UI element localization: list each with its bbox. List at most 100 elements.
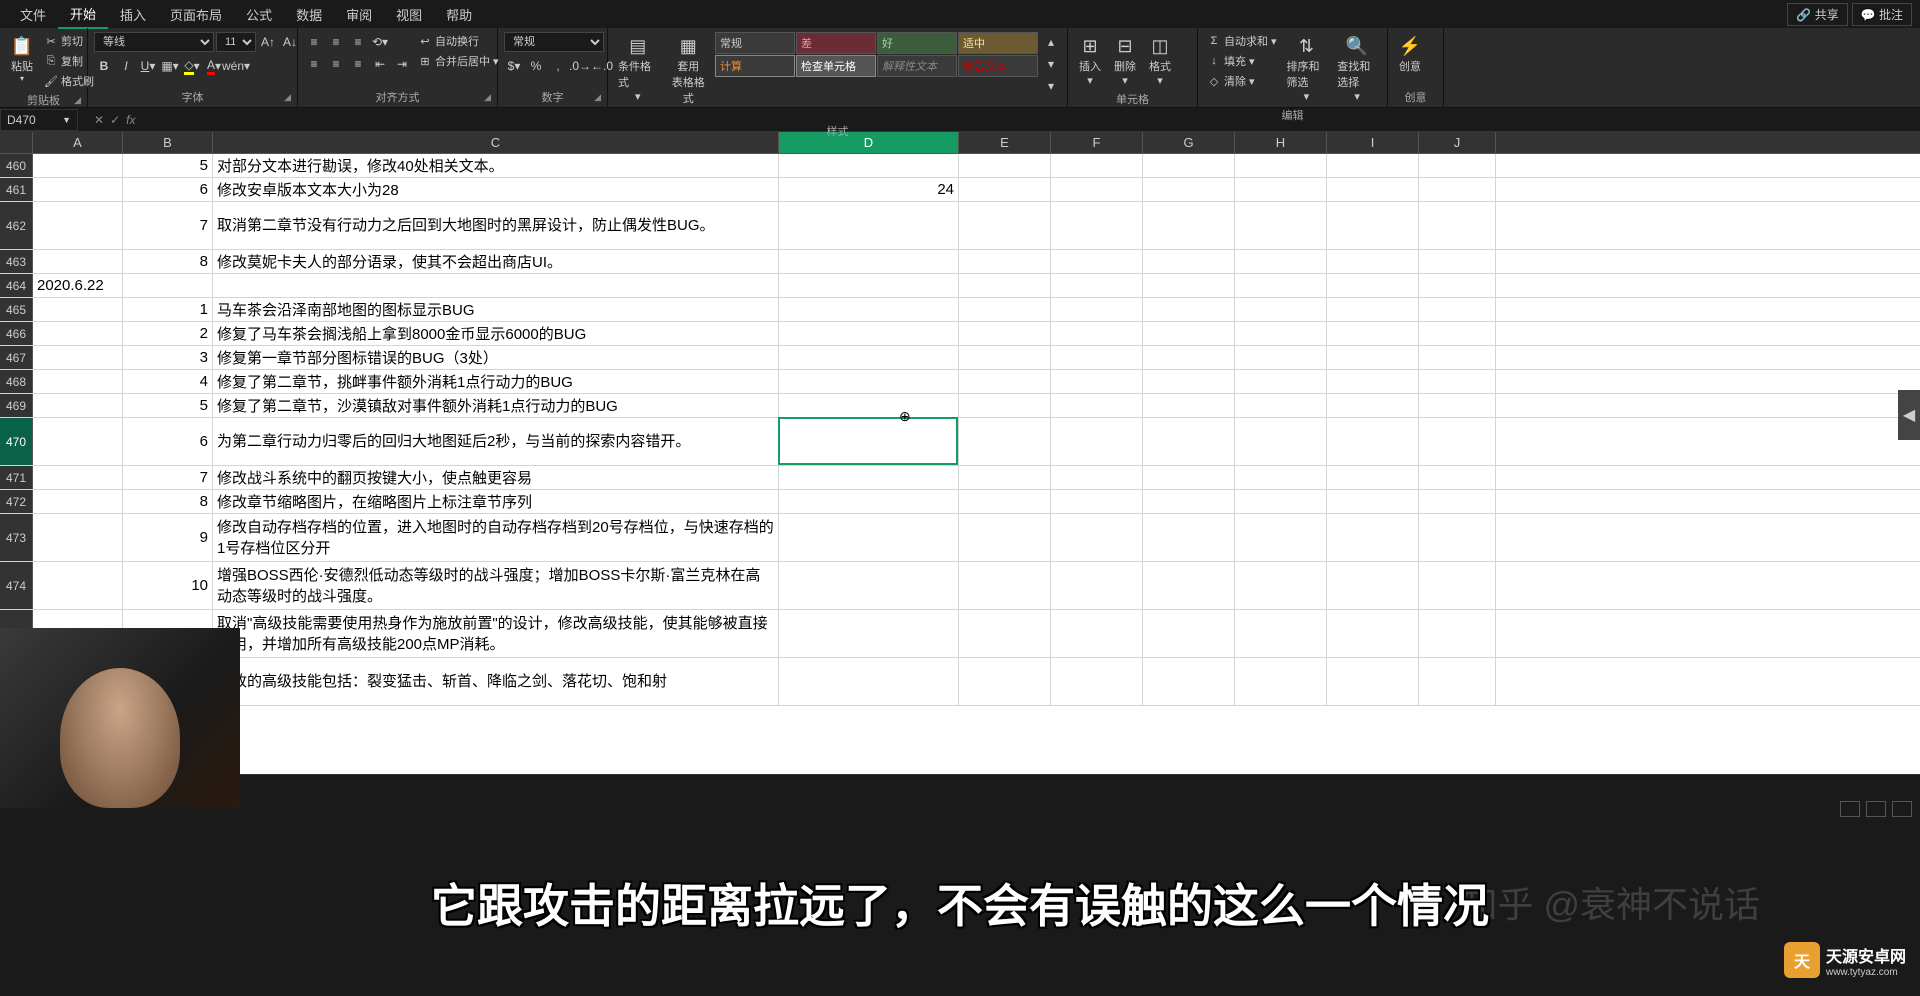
cell[interactable] [1327,298,1419,321]
cell[interactable] [1419,346,1496,369]
cell[interactable]: 6 [123,418,213,465]
cell[interactable] [1327,490,1419,513]
cell[interactable] [33,562,123,609]
cell[interactable] [1143,346,1235,369]
cell[interactable] [959,250,1051,273]
cell[interactable] [959,322,1051,345]
cell[interactable] [959,154,1051,177]
indent-inc-button[interactable]: ⇥ [392,54,412,74]
cell[interactable] [1327,394,1419,417]
cell[interactable] [33,418,123,465]
wrap-text-button[interactable]: ↩自动换行 [415,32,502,50]
cell[interactable] [779,274,959,297]
cell[interactable] [33,514,123,561]
cell[interactable] [959,346,1051,369]
gallery-more-button[interactable]: ▾ [1041,76,1061,96]
row-header[interactable]: 464 [0,274,33,297]
cell[interactable] [1143,178,1235,201]
row-header[interactable]: 468 [0,370,33,393]
cell[interactable] [1143,466,1235,489]
cell[interactable]: 修改章节缩略图片，在缩略图片上标注章节序列 [213,490,779,513]
align-middle-button[interactable]: ≡ [326,32,346,52]
orientation-button[interactable]: ⟲▾ [370,32,390,52]
cell[interactable] [1143,370,1235,393]
cell[interactable]: 修改的高级技能包括：裂变猛击、斩首、降临之剑、落花切、饱和射 [213,658,779,705]
cell[interactable]: 修复了第二章节，挑衅事件额外消耗1点行动力的BUG [213,370,779,393]
cell[interactable]: 4 [123,370,213,393]
cell[interactable]: 8 [123,250,213,273]
cell[interactable] [1419,610,1496,657]
cell[interactable] [1235,514,1327,561]
cell[interactable] [1327,154,1419,177]
cell[interactable] [779,514,959,561]
cell[interactable]: 3 [123,346,213,369]
tab-view[interactable]: 视图 [384,1,434,28]
cell[interactable] [1051,202,1143,249]
font-size-select[interactable]: 11 [216,32,256,52]
percent-button[interactable]: % [526,56,546,76]
cell[interactable] [1419,658,1496,705]
cell[interactable] [33,490,123,513]
cell[interactable] [1419,322,1496,345]
cell[interactable]: 修复第一章节部分图标错误的BUG（3处） [213,346,779,369]
tab-review[interactable]: 审阅 [334,1,384,28]
cell[interactable] [779,418,959,465]
align-bottom-button[interactable]: ≡ [348,32,368,52]
cell[interactable] [123,274,213,297]
enter-formula-button[interactable]: ✓ [110,113,120,127]
cell[interactable] [779,370,959,393]
cell[interactable] [1327,250,1419,273]
delete-cells-button[interactable]: ⊟删除▾ [1109,32,1141,89]
style-cell[interactable]: 常规 [715,32,795,54]
view-break-button[interactable] [1892,801,1912,817]
row-header[interactable]: 472 [0,490,33,513]
row-header[interactable]: 473 [0,514,33,561]
cell[interactable] [1143,394,1235,417]
row-header[interactable]: 467 [0,346,33,369]
cell[interactable] [1419,562,1496,609]
cell[interactable]: 马车茶会沿泽南部地图的图标显示BUG [213,298,779,321]
cell[interactable] [779,490,959,513]
cell[interactable] [1143,154,1235,177]
comma-button[interactable]: , [548,56,568,76]
cell[interactable] [1051,490,1143,513]
cell[interactable] [779,202,959,249]
cell[interactable] [1419,514,1496,561]
cell[interactable] [1143,250,1235,273]
cell[interactable]: 7 [123,202,213,249]
cell[interactable] [779,298,959,321]
autosum-button[interactable]: Σ自动求和▾ [1204,32,1280,50]
gallery-down-button[interactable]: ▾ [1041,54,1061,74]
cell[interactable]: 修改自动存档存档的位置，进入地图时的自动存档存档到20号存档位，与快速存档的1号… [213,514,779,561]
cell[interactable]: 24 [779,178,959,201]
tab-formulas[interactable]: 公式 [234,1,284,28]
style-cell[interactable]: 计算 [715,55,795,77]
cell[interactable] [1051,610,1143,657]
cell[interactable] [213,274,779,297]
cell[interactable]: 修改莫妮卡夫人的部分语录，使其不会超出商店UI。 [213,250,779,273]
cell[interactable] [1419,370,1496,393]
cell[interactable] [1143,658,1235,705]
cell[interactable] [1235,298,1327,321]
cell[interactable] [959,610,1051,657]
cell[interactable] [1419,250,1496,273]
cell[interactable] [33,394,123,417]
cell[interactable] [1419,298,1496,321]
cell[interactable]: 修复了第二章节，沙漠镇敌对事件额外消耗1点行动力的BUG [213,394,779,417]
cell[interactable] [33,346,123,369]
find-select-button[interactable]: 🔍查找和选择▾ [1333,32,1381,105]
cell[interactable] [1327,346,1419,369]
align-top-button[interactable]: ≡ [304,32,324,52]
column-header[interactable]: F [1051,132,1143,153]
tab-file[interactable]: 文件 [8,1,58,28]
row-header[interactable]: 466 [0,322,33,345]
style-cell[interactable]: 好 [877,32,957,54]
cell[interactable] [1051,178,1143,201]
cancel-formula-button[interactable]: ✕ [94,113,104,127]
merge-center-button[interactable]: ⊞合并后居中▾ [415,52,502,70]
cell[interactable] [1143,322,1235,345]
tab-insert[interactable]: 插入 [108,1,158,28]
conditional-format-button[interactable]: ▤条件格式▾ [614,32,662,105]
style-cell[interactable]: 检查单元格 [796,55,876,77]
cell[interactable] [33,322,123,345]
